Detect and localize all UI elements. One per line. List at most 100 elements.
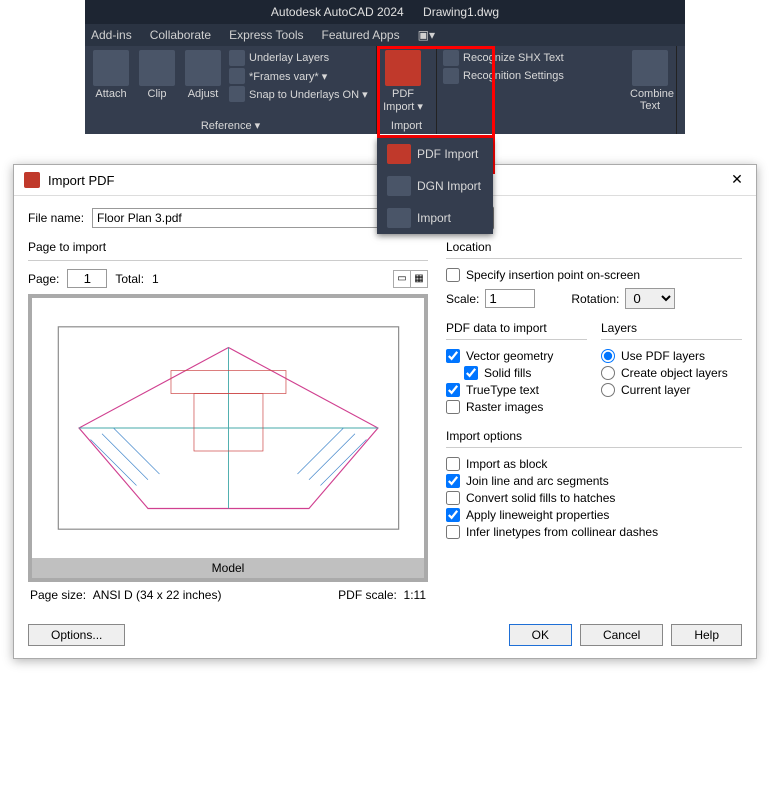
snap-icon [229,86,245,102]
specify-insertion-checkbox[interactable]: Specify insertion point on-screen [446,268,742,282]
preview-canvas [32,298,424,558]
highlight-box-button [377,46,495,138]
pdf-scale-label: PDF scale: [338,588,397,602]
doc-name: Drawing1.dwg [423,5,499,19]
view-single-icon[interactable]: ▭ [393,270,411,288]
rotation-label: Rotation: [571,292,619,306]
apply-lineweight-checkbox[interactable]: Apply lineweight properties [446,508,742,522]
attach-label: Attach [91,88,131,100]
attach-button[interactable]: Attach [91,50,131,117]
page-input[interactable] [67,269,107,288]
pdf-data-title: PDF data to import [446,321,587,335]
import-options-title: Import options [446,429,742,443]
raster-images-checkbox[interactable]: Raster images [446,400,587,414]
help-button[interactable]: Help [671,624,742,646]
dgn-import-icon [387,176,411,196]
dropdown-import[interactable]: Import [377,202,493,234]
join-segments-label: Join line and arc segments [466,474,609,488]
autocad-ribbon: Autodesk AutoCAD 2024 Drawing1.dwg Add-i… [85,0,685,134]
underlay-layers-label: Underlay Layers [249,52,329,64]
ribbon-tab-strip: Add-ins Collaborate Express Tools Featur… [85,24,685,46]
tab-collaborate[interactable]: Collaborate [150,28,211,42]
combine-text-button[interactable]: Combine Text [630,50,670,132]
import-as-block-checkbox[interactable]: Import as block [446,457,742,471]
solid-fills-checkbox[interactable]: Solid fills [464,366,587,380]
page-size-value: ANSI D (34 x 22 inches) [93,588,222,602]
pdf-import-icon [387,144,411,164]
tab-overflow-icon[interactable]: ▣▾ [418,28,435,42]
dropdown-dgn-import[interactable]: DGN Import [377,170,493,202]
frames-icon [229,68,245,84]
tab-express-tools[interactable]: Express Tools [229,28,303,42]
dropdown-import-label: Import [417,211,451,225]
clip-label: Clip [137,88,177,100]
adjust-button[interactable]: Adjust [183,50,223,117]
use-pdf-layers-label: Use PDF layers [621,349,705,363]
title-bar: Autodesk AutoCAD 2024 Drawing1.dwg [85,0,685,24]
scale-label: Scale: [446,292,479,306]
scale-input[interactable] [485,289,535,308]
import-icon [387,208,411,228]
reference-group-footer[interactable]: Reference ▾ [91,117,370,132]
file-name-label: File name: [28,211,84,225]
autocad-app-icon [24,172,40,188]
clip-button[interactable]: Clip [137,50,177,117]
use-pdf-layers-radio[interactable]: Use PDF layers [601,349,742,363]
combine-label2: Text [630,100,670,112]
attach-icon [93,50,129,86]
join-segments-checkbox[interactable]: Join line and arc segments [446,474,742,488]
clip-icon [139,50,175,86]
page-label: Page: [28,272,59,286]
truetype-text-label: TrueType text [466,383,539,397]
app-name: Autodesk AutoCAD 2024 [271,5,404,19]
ribbon-group-reference: Attach Clip Adjust Underlay Layers *Fram… [85,46,377,134]
ok-button[interactable]: OK [509,624,572,646]
close-button[interactable]: ✕ [728,171,746,189]
dialog-title: Import PDF [48,173,114,188]
snap-label: Snap to Underlays ON ▾ [249,88,368,101]
specify-insertion-label: Specify insertion point on-screen [466,268,640,282]
page-preview: Model [28,294,428,582]
options-button[interactable]: Options... [28,624,125,646]
frames-vary-button[interactable]: *Frames vary* ▾ [229,68,368,84]
frames-label: *Frames vary* ▾ [249,70,327,83]
infer-linetypes-label: Infer linetypes from collinear dashes [466,525,658,539]
cancel-button[interactable]: Cancel [580,624,663,646]
apply-lineweight-label: Apply lineweight properties [466,508,609,522]
combine-label1: Combine [630,88,670,100]
rotation-select[interactable]: 0 [625,288,675,309]
truetype-text-checkbox[interactable]: TrueType text [446,383,587,397]
dropdown-pdf-import-label: PDF Import [417,147,478,161]
adjust-icon [185,50,221,86]
file-name-input[interactable] [92,208,392,228]
layers-icon [229,50,245,66]
pdf-scale-value: 1:11 [404,588,426,602]
dropdown-dgn-import-label: DGN Import [417,179,481,193]
convert-fills-checkbox[interactable]: Convert solid fills to hatches [446,491,742,505]
convert-fills-label: Convert solid fills to hatches [466,491,615,505]
import-as-block-label: Import as block [466,457,547,471]
solid-fills-label: Solid fills [484,366,531,380]
floor-plan-thumbnail [56,324,401,532]
infer-linetypes-checkbox[interactable]: Infer linetypes from collinear dashes [446,525,742,539]
create-object-layers-radio[interactable]: Create object layers [601,366,742,380]
page-to-import-title: Page to import [28,240,428,254]
tab-featured-apps[interactable]: Featured Apps [322,28,400,42]
preview-label: Model [32,558,424,578]
view-grid-icon[interactable]: ▦ [410,270,428,288]
dropdown-pdf-import[interactable]: PDF Import [377,138,493,170]
underlay-layers-button[interactable]: Underlay Layers [229,50,368,66]
current-layer-label: Current layer [621,383,690,397]
create-object-layers-label: Create object layers [621,366,728,380]
layers-title: Layers [601,321,742,335]
pdf-import-dropdown: PDF Import DGN Import Import [377,138,493,234]
import-pdf-dialog: Import PDF ✕ File name: Browse... Page t… [13,164,757,659]
location-title: Location [446,240,742,254]
vector-geometry-checkbox[interactable]: Vector geometry [446,349,587,363]
page-size-label: Page size: [30,588,86,602]
current-layer-radio[interactable]: Current layer [601,383,742,397]
combine-text-icon [632,50,668,86]
tab-addins[interactable]: Add-ins [91,28,132,42]
total-value: 1 [152,272,159,286]
snap-underlays-button[interactable]: Snap to Underlays ON ▾ [229,86,368,102]
